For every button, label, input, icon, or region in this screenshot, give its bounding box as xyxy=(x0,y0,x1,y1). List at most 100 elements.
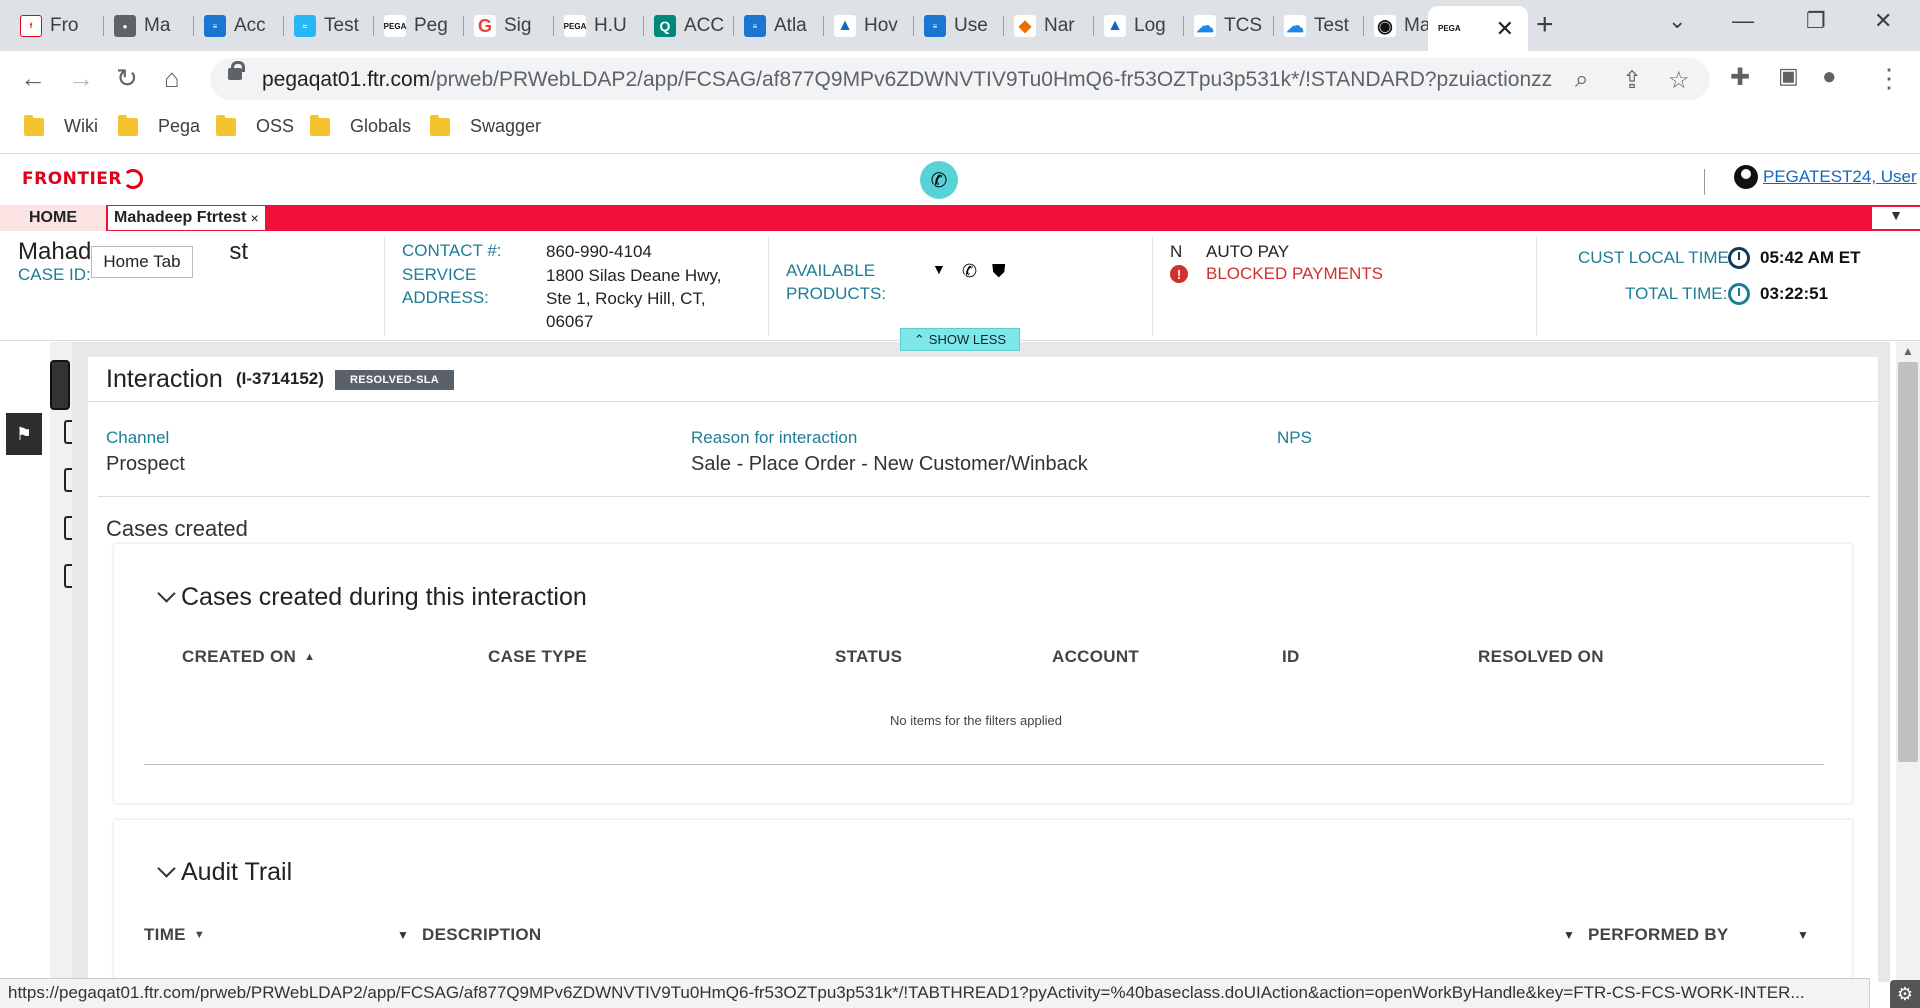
bookmark-oss[interactable]: OSS xyxy=(216,114,294,137)
divider xyxy=(144,764,1824,765)
col-performed-by[interactable]: PERFORMED BY xyxy=(1588,925,1729,945)
forward-icon[interactable]: → xyxy=(68,63,94,94)
col-description[interactable]: DESCRIPTION xyxy=(422,925,541,945)
share-icon[interactable]: ⇪ xyxy=(1622,66,1642,95)
home-icon[interactable]: ⌂ xyxy=(164,63,180,94)
browser-tab-2[interactable]: ≡ Acc xyxy=(194,6,284,46)
browser-tab-label: Acc xyxy=(234,15,266,36)
browser-tab-4[interactable]: PEGA Peg xyxy=(374,6,464,46)
col-resolved-on[interactable]: RESOLVED ON xyxy=(1478,647,1604,667)
col-account[interactable]: ACCOUNT xyxy=(1052,647,1139,667)
case-tab-mahadeep[interactable]: Mahadeep Ftrtest × xyxy=(108,206,265,230)
browser-tab-7[interactable]: Q ACC xyxy=(644,6,734,46)
filter-icon[interactable]: ▼ xyxy=(397,928,409,942)
bookmark-pega[interactable]: Pega xyxy=(118,114,200,137)
bookmark-star-icon[interactable]: ☆ xyxy=(1668,66,1690,95)
restore-icon[interactable]: ❐ xyxy=(1806,8,1826,34)
service-label-1: SERVICE xyxy=(402,265,477,284)
col-time[interactable]: TIME ▼ xyxy=(144,925,205,945)
browser-tab-8[interactable]: ≡ Atla xyxy=(734,6,824,46)
pega-icon: PEGA xyxy=(384,15,406,37)
nps-label: NPS xyxy=(1277,428,1312,447)
phone-icon[interactable]: ✆ xyxy=(920,161,958,199)
url-text[interactable]: pegaqat01.ftr.com/prweb/PRWebLDAP2/app/F… xyxy=(262,68,1552,92)
tab-list-dropdown-icon[interactable]: ▼ xyxy=(1872,207,1920,229)
menu-icon[interactable]: ⋮ xyxy=(1876,63,1902,94)
header-divider xyxy=(1704,169,1705,195)
user-avatar-icon[interactable] xyxy=(1734,165,1758,189)
browser-tab-label: Test xyxy=(324,15,359,36)
address-bar[interactable]: pegaqat01.ftr.com/prweb/PRWebLDAP2/app/F… xyxy=(210,58,1710,100)
browser-tab-label: Use xyxy=(954,15,988,36)
qtest-icon: Q xyxy=(654,15,676,37)
minimize-icon[interactable]: — xyxy=(1732,8,1754,34)
browser-tab-11[interactable]: ◆ Nar xyxy=(1004,6,1094,46)
browser-tab-1[interactable]: ● Ma xyxy=(104,6,194,46)
test-icon: ≈ xyxy=(294,15,316,37)
checkered-flag-icon[interactable]: ⚑ xyxy=(6,413,42,455)
rail-item[interactable] xyxy=(64,468,72,492)
browser-tab-3[interactable]: ≈ Test xyxy=(284,6,374,46)
back-icon[interactable]: ← xyxy=(20,63,46,94)
timer-icon xyxy=(1728,283,1750,305)
pega-icon: PEGA xyxy=(1438,17,1461,40)
browser-tab-label: TCS xyxy=(1224,15,1262,36)
profile-icon[interactable]: ● xyxy=(1822,63,1837,91)
close-window-icon[interactable]: ✕ xyxy=(1874,8,1892,34)
col-id[interactable]: ID xyxy=(1282,647,1300,667)
rail-item[interactable] xyxy=(64,420,72,444)
new-tab-button[interactable]: + xyxy=(1536,8,1554,42)
rail-active-item[interactable] xyxy=(50,360,70,410)
favicon-icon: f xyxy=(20,15,42,37)
case-tab-bar xyxy=(0,205,1920,231)
col-status[interactable]: STATUS xyxy=(835,647,902,667)
col-created-on[interactable]: CREATED ON ▲ xyxy=(182,647,315,667)
extensions-icon[interactable]: ✚ xyxy=(1730,63,1750,92)
bookmark-wiki[interactable]: Wiki xyxy=(24,114,98,137)
browser-tab-5[interactable]: G Sig xyxy=(464,6,554,46)
browser-tab-13[interactable]: ☁ TCS xyxy=(1184,6,1274,46)
browser-tab-0[interactable]: f Fro xyxy=(10,6,104,46)
tab-search-icon[interactable]: ⌄ xyxy=(1668,8,1686,34)
atlassian-icon: ▲ xyxy=(1104,15,1126,37)
browser-tab-10[interactable]: ≡ Use xyxy=(914,6,1004,46)
zoom-icon[interactable]: ⌕ xyxy=(1575,66,1588,94)
browser-tab-12[interactable]: ▲ Log xyxy=(1094,6,1184,46)
total-time-label: TOTAL TIME: xyxy=(1625,284,1728,303)
reason-value: Sale - Place Order - New Customer/Winbac… xyxy=(691,453,1088,475)
show-less-button[interactable]: ⌃ SHOW LESS xyxy=(900,328,1020,351)
filter-icon[interactable]: ▼ xyxy=(1563,928,1575,942)
bookmark-swagger[interactable]: Swagger xyxy=(430,114,541,137)
audit-section-header[interactable]: Audit Trail xyxy=(157,858,292,887)
close-tab-icon[interactable]: ✕ xyxy=(1496,16,1514,42)
close-case-tab-icon[interactable]: × xyxy=(250,210,258,226)
browser-tab-label: Ma xyxy=(144,15,171,36)
rail-item[interactable] xyxy=(64,516,72,540)
frontier-logo[interactable]: FRONTIER xyxy=(22,169,144,189)
filter-icon[interactable]: ▼ xyxy=(1797,928,1809,942)
bookmark-globals[interactable]: Globals xyxy=(310,114,411,137)
browser-tab-6[interactable]: PEGA H.U xyxy=(554,6,644,46)
col-case-type[interactable]: CASE TYPE xyxy=(488,647,587,667)
browser-tab-14[interactable]: ☁ Test xyxy=(1274,6,1364,46)
scrollbar-thumb[interactable] xyxy=(1898,362,1918,762)
side-panel-icon[interactable]: ▣ xyxy=(1778,63,1799,89)
customer-summary: Mahad st CASE ID: Home Tab CONTACT #: 860… xyxy=(0,231,1920,341)
bookmarks-bar: Wiki Pega OSS Globals Swagger xyxy=(0,108,1920,154)
browser-tab-9[interactable]: ▲ Hov xyxy=(824,6,914,46)
home-tab[interactable]: HOME xyxy=(0,205,106,231)
reload-icon[interactable]: ↻ xyxy=(116,63,138,94)
channel-label: Channel xyxy=(106,428,170,447)
contact-value: 860-990-4104 xyxy=(546,242,652,261)
gear-icon[interactable]: ⚙ xyxy=(1890,980,1920,1008)
home-tab-tooltip: Home Tab xyxy=(91,246,193,278)
autopay-label: AUTO PAY xyxy=(1206,242,1290,261)
address-line-2: Ste 1, Rocky Hill, CT, xyxy=(546,289,706,308)
rail-item[interactable] xyxy=(64,564,72,588)
folder-icon xyxy=(216,114,236,136)
user-profile-link[interactable]: PEGATEST24, User xyxy=(1763,167,1917,187)
cases-section-header[interactable]: Cases created during this interaction xyxy=(157,583,587,612)
browser-tab-active[interactable]: PEGA ✕ xyxy=(1428,6,1528,51)
scroll-up-icon[interactable]: ▲ xyxy=(1902,344,1914,358)
browser-tab-label: Test xyxy=(1314,15,1349,36)
